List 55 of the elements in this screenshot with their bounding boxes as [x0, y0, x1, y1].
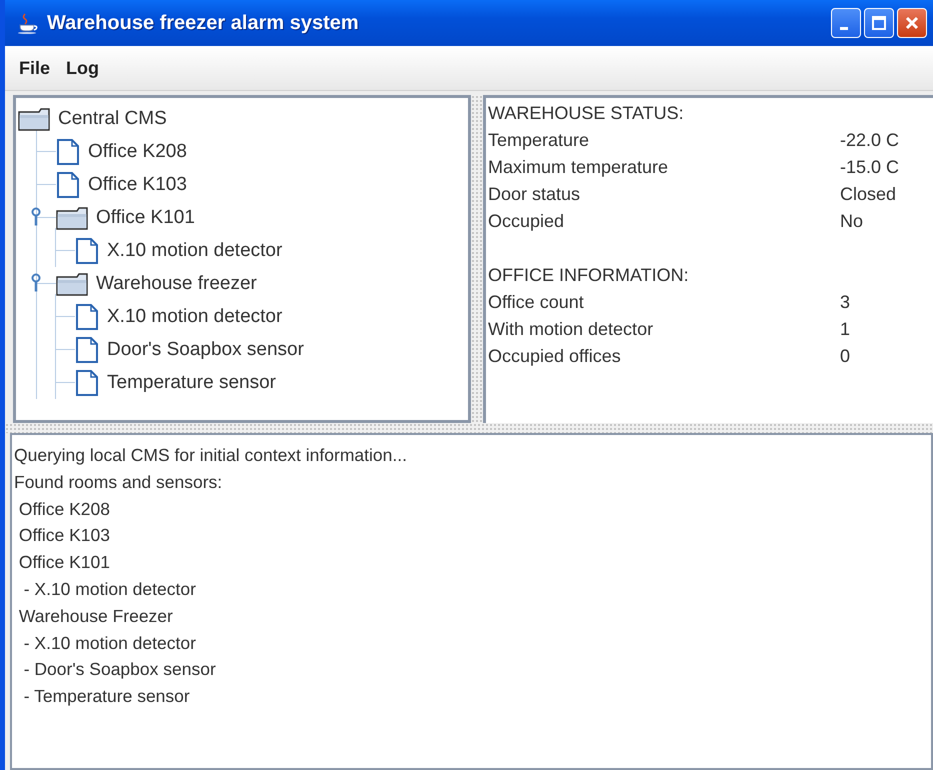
menu-item[interactable]: Log	[58, 54, 108, 82]
status-value: -22.0 C	[840, 130, 900, 151]
section-heading: WAREHOUSE STATUS:	[488, 102, 685, 125]
status-value: 0	[840, 346, 852, 367]
tree-item[interactable]: Office K208	[88, 140, 187, 162]
status-value: No	[840, 211, 864, 232]
status-label: Door status	[488, 184, 582, 205]
log-line: - X.10 motion detector	[22, 578, 197, 601]
log-line: - X.10 motion detector	[22, 632, 197, 655]
maximize-button[interactable]	[864, 8, 894, 38]
close-button[interactable]	[897, 8, 927, 38]
minimize-icon	[840, 26, 848, 30]
document-icon	[75, 302, 99, 330]
tree-item[interactable]: Temperature sensor	[107, 372, 276, 394]
status-value: 1	[840, 319, 852, 340]
tree-item[interactable]: Office K103	[88, 174, 187, 196]
close-icon	[904, 15, 920, 31]
log-line: Office K208	[18, 498, 111, 521]
tree-item[interactable]: Office K101	[96, 206, 195, 228]
expanded-handle-icon[interactable]	[30, 273, 42, 293]
status-label: Maximum temperature	[488, 157, 670, 178]
status-value: -15.0 C	[840, 157, 900, 178]
status-label: Occupied offices	[488, 346, 622, 367]
status-label: Office count	[488, 292, 585, 313]
status-label: Occupied	[488, 211, 566, 232]
log-line: Office K103	[18, 525, 111, 548]
tree-item[interactable]: X.10 motion detector	[107, 306, 282, 328]
document-icon	[56, 170, 80, 198]
coffee-cup-icon	[17, 12, 39, 34]
split-handle[interactable]	[471, 95, 483, 423]
maximize-icon	[871, 15, 887, 31]
tree-item[interactable]: Warehouse freezer	[96, 272, 257, 294]
status-value: 3	[840, 292, 852, 313]
document-icon	[75, 236, 99, 264]
document-icon	[75, 368, 99, 396]
section-heading: OFFICE INFORMATION:	[488, 264, 690, 287]
log-line: Office K101	[18, 552, 111, 574]
tree-item[interactable]: X.10 motion detector	[107, 240, 282, 262]
status-label: With motion detector	[488, 319, 654, 340]
document-icon	[56, 138, 80, 166]
expanded-handle-icon[interactable]	[30, 207, 42, 227]
log-line: - Temperature sensor	[22, 686, 191, 708]
split-handle[interactable]	[5, 423, 933, 433]
log-line: Querying local CMS for initial context information...	[14, 445, 408, 467]
status-value: Closed	[840, 184, 898, 205]
tree-item[interactable]: Central CMS	[58, 108, 167, 130]
document-icon	[75, 336, 99, 364]
status-label: Temperature	[488, 130, 590, 151]
window-title: Warehouse freezer alarm system	[47, 12, 360, 34]
tree-item[interactable]: Door's Soapbox sensor	[107, 338, 304, 360]
menu-item[interactable]: File	[11, 54, 58, 82]
log-line: - Door's Soapbox sensor	[22, 659, 217, 682]
minimize-button[interactable]	[831, 8, 861, 38]
log-line: Warehouse Freezer	[18, 606, 174, 628]
log-line: Found rooms and sensors:	[14, 472, 224, 494]
